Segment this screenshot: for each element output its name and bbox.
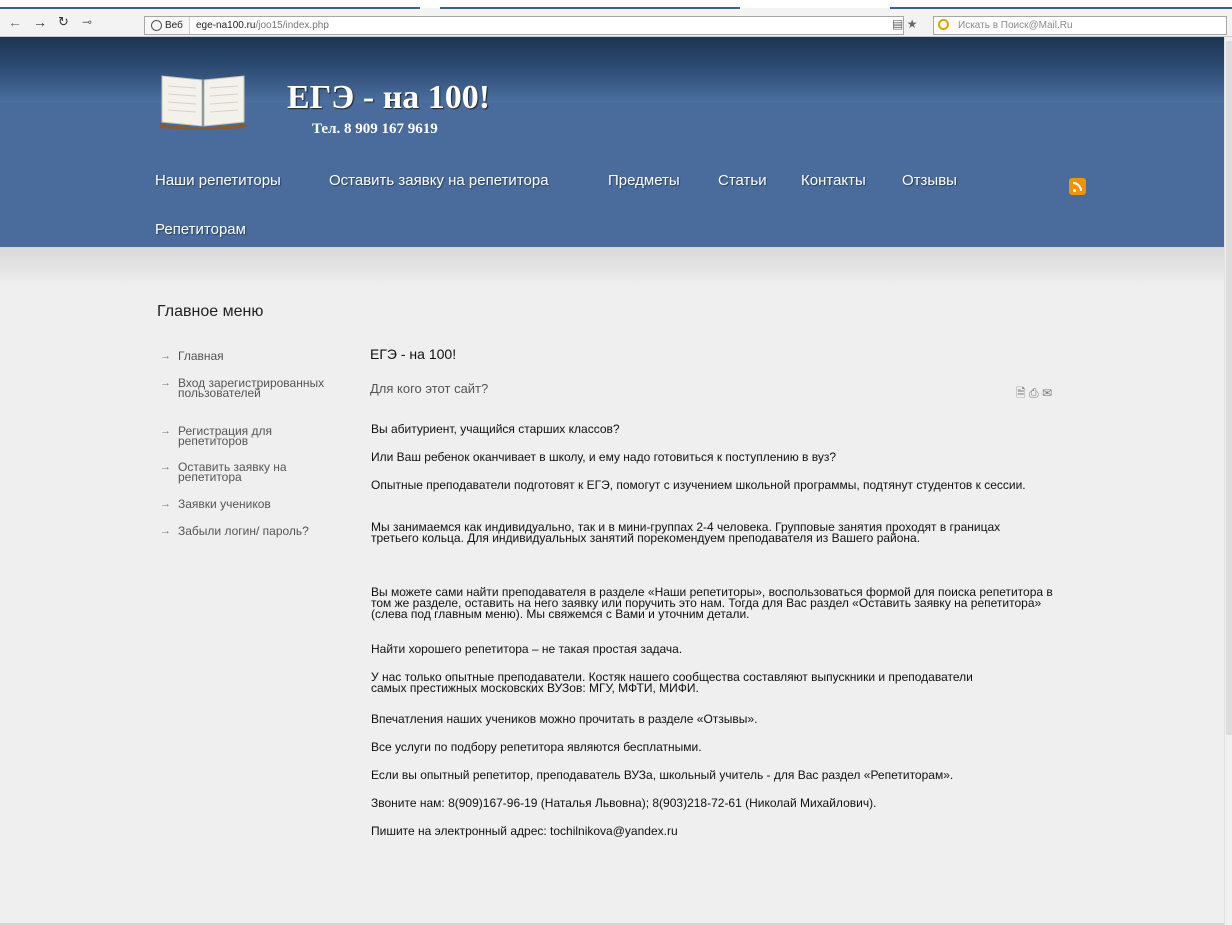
nav-request-tutor[interactable]: Оставить заявку на репетитора [329,172,549,189]
arrow-right-icon: → [160,425,171,437]
paragraph: Все услуги по подбору репетитора являютс… [371,740,702,754]
browser-toolbar: ← → ↻ ⊸ Веб ege-na100.ru/joo15/index.php… [0,0,1232,37]
arrow-right-icon: → [160,350,171,362]
url-path: /joo15/index.php [255,20,329,31]
print-icon[interactable]: ⎙ [1029,386,1039,400]
browser-top-strip [0,0,1232,9]
paragraph: У нас только опытные преподаватели. Кост… [371,670,973,695]
header-shadow [0,247,1232,287]
address-bar[interactable]: Веб ege-na100.ru/joo15/index.php [144,16,904,35]
globe-icon [151,20,162,31]
menu-item-label: Забыли логин/ пароль? [178,524,309,538]
paragraph: Или Ваш ребенок оканчивает в школу, и ем… [371,450,837,464]
nav-subjects[interactable]: Предметы [608,172,680,189]
paragraph: Если вы опытный репетитор, преподаватель… [371,768,954,782]
web-identity-badge[interactable]: Веб [145,17,190,34]
search-engine-icon[interactable] [938,19,949,30]
forward-arrow-icon[interactable]: → [33,15,47,29]
scrollbar[interactable] [1224,37,1232,925]
article-subtitle: Для кого этот сайт? [370,381,489,396]
arrow-right-icon: → [160,377,171,389]
url-host: ege-na100.ru [196,20,256,31]
nav-our-tutors[interactable]: Наши репетиторы [155,172,281,189]
reload-icon[interactable]: ↻ [58,15,69,29]
rss-feed-icon[interactable]: ▤ [892,17,903,31]
arrow-right-icon: → [160,498,171,510]
paragraph: Впечатления наших учеников можно прочита… [371,712,758,726]
site-phone: Тел. 8 909 167 9619 [312,121,438,137]
paragraph: Найти хорошего репетитора – не такая про… [371,642,683,656]
site-header: ЕГЭ - на 100! Тел. 8 909 167 9619 Наши р… [0,37,1232,247]
arrow-right-icon: → [160,461,171,473]
book-logo-icon [160,75,246,130]
menu-item-label: Вход зарегистрированных пользователей [178,376,325,400]
arrow-right-icon: → [160,525,171,537]
paragraph: Мы занимаемся как индивидуально, так и в… [371,520,1001,545]
menu-item-label: Оставить заявку на репетитора [178,460,287,484]
nav-reviews[interactable]: Отзывы [902,172,957,189]
menu-item-label: Заявки учеников [178,497,271,511]
pdf-icon[interactable]: 🗎 [1016,386,1026,400]
nav-articles[interactable]: Статьи [718,172,767,189]
search-placeholder: Искать в Поиск@Mail.Ru [958,20,1073,31]
search-field[interactable]: Искать в Поиск@Mail.Ru [933,16,1227,35]
menu-item-label: Главная [178,349,224,363]
main-menu-title: Главное меню [157,303,264,320]
article-tools: 🗎 ⎙ ✉ [1016,384,1052,405]
star-bookmark-icon[interactable]: ★ [907,17,918,31]
paragraph: Звоните нам: 8(909)167-96-19 (Наталья Ль… [371,796,877,810]
site-title[interactable]: ЕГЭ - на 100! [287,79,490,117]
nav-for-tutors[interactable]: Репетиторам [155,221,246,238]
web-label: Веб [165,20,183,31]
url-text[interactable]: ege-na100.ru/joo15/index.php [196,17,329,34]
paragraph: Вы абитуриент, учащийся старших классов? [371,422,620,436]
paragraph: Пишите на электронный адрес: tochilnikov… [371,824,678,838]
back-arrow-icon[interactable]: ← [8,15,22,29]
paragraph: Опытные преподаватели подготовят к ЕГЭ, … [371,478,1026,492]
scrollbar-thumb[interactable] [1226,41,1232,735]
menu-item-label: Регистрация для репетиторов [178,424,272,448]
nav-contacts[interactable]: Контакты [801,172,866,189]
article-title: ЕГЭ - на 100! [370,346,457,362]
paragraph: Вы можете сами найти преподавателя в раз… [371,585,1053,621]
email-icon[interactable]: ✉ [1042,386,1052,400]
rss-icon[interactable] [1069,178,1086,195]
web-page: ЕГЭ - на 100! Тел. 8 909 167 9619 Наши р… [0,37,1232,925]
address-icons: ▤ ★ [892,17,917,31]
key-icon[interactable]: ⊸ [82,15,92,29]
